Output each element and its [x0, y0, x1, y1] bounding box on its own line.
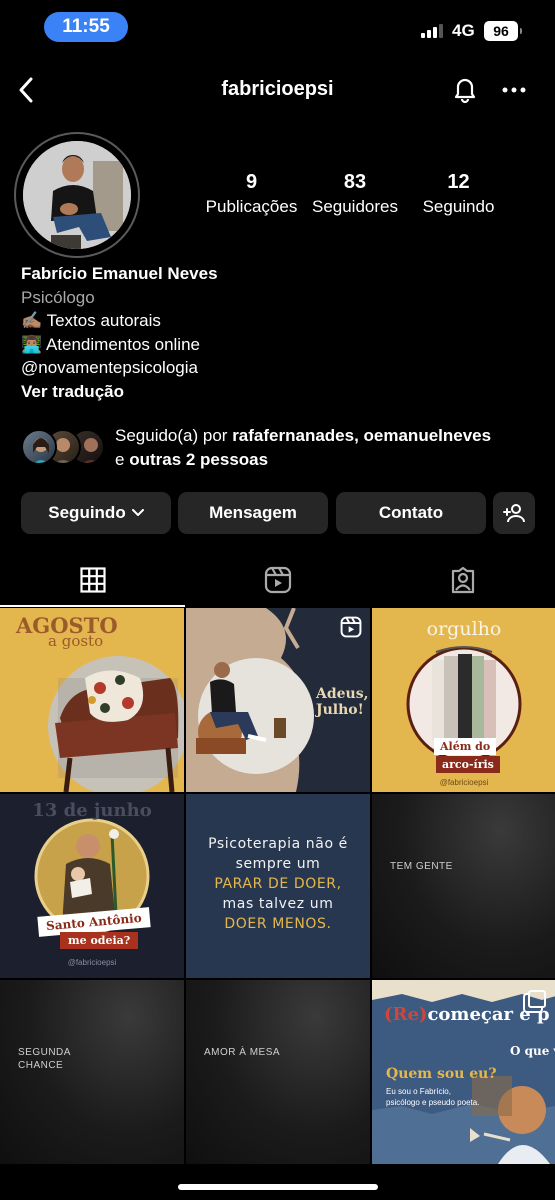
post-quote: Psicoterapia não é sempre um PARAR DE DO…: [186, 834, 370, 934]
bio-line: ✍🏽 Textos autorais: [21, 311, 161, 330]
reels-icon: [264, 566, 291, 593]
grid-icon: [79, 566, 106, 593]
followed-others: outras 2 pessoas: [129, 450, 269, 469]
translate-link[interactable]: Ver tradução: [21, 380, 541, 404]
bio-mention-link[interactable]: @novamentepsicologia: [21, 356, 541, 380]
signal-icon: [421, 24, 443, 38]
quote-highlight: PARAR DE DOER,: [214, 876, 342, 892]
stat-label: Seguindo: [422, 197, 495, 216]
tab-grid[interactable]: [0, 552, 185, 607]
active-tab-indicator: [0, 605, 185, 607]
status-bar: 11:55 4G 96: [0, 0, 555, 54]
post-intro: Eu sou o Fabrício, psicólogo e pseudo po…: [386, 1087, 480, 1107]
post-tile[interactable]: AGOSTO a gosto: [0, 608, 184, 792]
quote-highlight: DOER MENOS.: [224, 916, 332, 932]
followed-by[interactable]: Seguido(a) por rafafernanades, oemanueln…: [21, 424, 541, 474]
post-tile[interactable]: 13 de junho Santo Antônio me odeia? @fab…: [0, 794, 184, 978]
post-title: 13 de junho: [32, 800, 152, 821]
post-tile[interactable]: Psicoterapia não é sempre um PARAR DE DO…: [186, 794, 370, 978]
quote-line: sempre um: [235, 856, 321, 872]
post-tile[interactable]: SEGUNDA CHANCE: [0, 980, 184, 1164]
post-subtitle: a gosto: [48, 632, 104, 650]
post-label: me odeia?: [60, 932, 139, 949]
post-tile[interactable]: TEM GENTE: [372, 794, 555, 978]
add-user-button[interactable]: [493, 492, 535, 534]
post-title-highlight: (Re): [384, 1004, 428, 1025]
post-tile[interactable]: Adeus, Julho!: [186, 608, 370, 792]
network-type: 4G: [452, 21, 475, 40]
post-label: Além do: [434, 738, 497, 755]
post-question: O que v: [510, 1044, 555, 1058]
posts-grid: AGOSTO a gosto Adeus, Julho! orgulho Alé…: [0, 608, 555, 1164]
stat-value: 83: [343, 171, 367, 193]
home-indicator[interactable]: [178, 1184, 378, 1190]
post-handle: @fabricioepsi: [67, 958, 117, 967]
stat-following[interactable]: 12 Seguindo: [407, 170, 510, 220]
avatar-photo: [23, 141, 131, 249]
stat-followers[interactable]: 83 Seguidores: [304, 170, 407, 220]
add-user-icon: [503, 504, 525, 523]
post-title: orgulho: [426, 618, 502, 640]
followed-by-text: Seguido(a) por rafafernanades, oemanueln…: [115, 424, 545, 472]
quote-line: Psicoterapia não é: [208, 836, 348, 852]
post-tile[interactable]: (Re)começar é p O que v Quem sou eu? Eu …: [372, 980, 555, 1164]
contact-button[interactable]: Contato: [336, 492, 486, 534]
chevron-down-icon: [131, 509, 144, 516]
profile-stats: 9 Publicações 83 Seguidores 12 Seguindo: [200, 170, 510, 220]
profile-header: fabricioepsi: [0, 66, 555, 114]
post-text: Adeus, Julho!: [316, 686, 369, 718]
carousel-icon: [528, 990, 546, 1008]
stat-value: 9: [245, 171, 258, 193]
battery-icon: 96: [484, 21, 522, 41]
post-caption: TEM GENTE: [390, 861, 453, 872]
more-options-icon[interactable]: [500, 76, 528, 104]
followed-names: rafafernanades, oemanuelneves: [232, 426, 492, 445]
quote-line: mas talvez um: [222, 896, 334, 912]
post-title: (Re)começar é p: [384, 1004, 550, 1025]
tab-reels[interactable]: [185, 552, 370, 607]
post-label: arco-íris: [436, 756, 500, 773]
follower-avatar: [21, 429, 57, 465]
post-caption: SEGUNDA CHANCE: [18, 1047, 71, 1071]
tagged-icon: [451, 566, 474, 593]
status-time[interactable]: 11:55: [44, 12, 128, 42]
profile-tabs: [0, 552, 555, 607]
stat-label: Publicações: [205, 197, 298, 216]
profile-avatar[interactable]: [14, 132, 140, 258]
profile-full-name: Fabrício Emanuel Neves: [21, 264, 218, 283]
back-icon[interactable]: [14, 76, 38, 104]
bio-line: 👨🏽‍💻 Atendimentos online: [21, 334, 200, 354]
stat-posts[interactable]: 9 Publicações: [200, 170, 303, 220]
followed-prefix: Seguido(a) por: [115, 426, 233, 445]
tab-tagged[interactable]: [370, 552, 555, 607]
post-caption: AMOR À MESA: [204, 1047, 281, 1058]
profile-bio: Fabrício Emanuel Neves Psicólogo ✍🏽 Text…: [21, 262, 541, 403]
profile-category: Psicólogo: [21, 287, 95, 307]
followed-and: e: [115, 450, 130, 469]
post-tile[interactable]: orgulho Além do arco-íris @fabricioepsi: [372, 608, 555, 792]
bell-icon[interactable]: [450, 74, 480, 104]
post-tile[interactable]: AMOR À MESA: [186, 980, 370, 1164]
reels-icon: [340, 616, 362, 643]
profile-actions: Seguindo Mensagem Contato: [21, 492, 535, 534]
stat-label: Seguidores: [311, 197, 398, 216]
post-heading: Quem sou eu?: [386, 1066, 497, 1082]
following-button[interactable]: Seguindo: [21, 492, 171, 534]
post-handle: @fabricioepsi: [439, 778, 489, 787]
following-label: Seguindo: [48, 503, 126, 522]
message-button[interactable]: Mensagem: [178, 492, 328, 534]
stat-value: 12: [447, 171, 470, 193]
